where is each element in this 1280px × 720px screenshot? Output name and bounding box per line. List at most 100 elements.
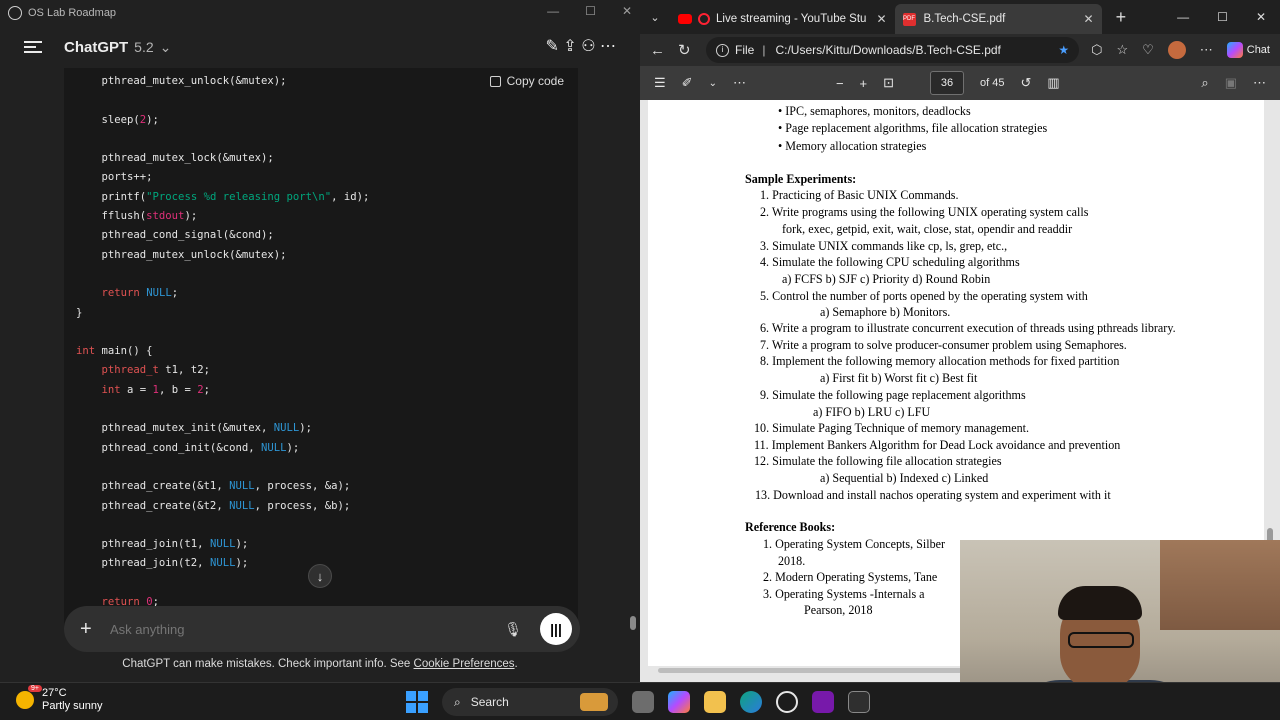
copilot-icon[interactable] [668,691,690,713]
code-line: pthread_create(&t2, NULL, process, &b); [76,499,351,512]
refresh-icon[interactable]: ↻ [678,41,706,59]
maximize-icon[interactable]: ☐ [585,4,596,18]
pdf-text-line: a) Sequential b) Indexed c) Linked [820,471,989,485]
menu-icon[interactable] [24,41,42,53]
voice-mode-button[interactable]: ||| [540,613,572,645]
edge-icon[interactable] [740,691,762,713]
fit-page-icon[interactable]: ⊡ [883,75,894,91]
task-view-icon[interactable] [632,691,654,713]
onenote-icon[interactable] [812,691,834,713]
favorite-star-icon[interactable]: ★ [1058,43,1069,57]
tab-pdf[interactable]: PDF B.Tech-CSE.pdf ✕ [894,4,1102,34]
pdf-text-line: 13. Download and install nachos operatin… [755,488,1111,502]
save-icon[interactable]: ▣ [1225,75,1237,91]
share-icon[interactable]: ⇪ [563,38,576,55]
zoom-in-icon[interactable]: + [860,76,868,91]
code-line: pthread_create(&t1, NULL, process, &a); [76,480,351,493]
code-line: pthread_join(t1, NULL); [76,538,249,551]
taskbar-apps: ⌕ Search [406,688,870,716]
window-controls: — ☐ ✕ [1177,10,1266,24]
weather-condition: Partly sunny [42,700,103,712]
scroll-down-button[interactable]: ↓ [308,564,332,588]
pdf-text-line: a) First fit b) Worst fit c) Best fit [820,371,978,385]
pdf-text-line: 2. Write programs using the following UN… [760,205,1089,219]
rotate-icon[interactable]: ↺ [1021,75,1032,91]
zoom-out-icon[interactable]: − [836,76,844,91]
page-view-icon[interactable]: ▥ [1047,75,1059,91]
scrollbar[interactable] [630,68,636,673]
chat-label: Chat [1246,44,1270,56]
cookie-preferences-link[interactable]: Cookie Preferences [414,658,515,670]
pdf-text-line: • IPC, semaphores, monitors, deadlocks [778,104,971,118]
scrollbar-thumb[interactable] [630,616,636,630]
extensions-icon[interactable]: ⬡ [1091,42,1102,58]
close-icon[interactable]: ✕ [622,4,632,18]
disclaimer-end: . [514,658,518,670]
address-text[interactable]: C:/Users/Kittu/Downloads/B.Tech-CSE.pdf [775,43,1000,57]
pdf-text-line: a) FIFO b) LRU c) LFU [813,405,931,419]
pdf-text-line: 11. Implement Bankers Algorithm for Dead… [754,438,1121,452]
page-total: of 45 [980,77,1005,89]
chatgpt-app-icon[interactable] [776,691,798,713]
more-icon[interactable]: ⋯ [1253,75,1266,91]
code-line: pthread_join(t2, NULL); [76,557,249,570]
maximize-icon[interactable]: ☐ [1217,10,1228,24]
message-input[interactable] [110,621,505,637]
file-explorer-icon[interactable] [704,691,726,713]
close-icon[interactable]: ✕ [1256,10,1266,24]
highlight-icon[interactable]: ✐ [682,75,693,91]
pdf-text-line: 10. Simulate Paging Technique of memory … [754,421,1030,435]
code-line: pthread_mutex_unlock(&mutex); [76,75,287,87]
toolbar-extensions: ⬡ ☆ ♡ ⋯ Chat [1091,41,1270,59]
tab-youtube[interactable]: Live streaming - YouTube Stu ✕ [670,4,895,34]
code-line: int a = 1, b = 2; [101,383,210,396]
edit-icon[interactable]: ✎ [545,38,558,55]
code-line: pthread_cond_signal(&cond); [76,229,274,242]
code-line: } [76,306,83,319]
pdf-text-line: a) Semaphore b) Monitors. [820,305,951,319]
code-line: pthread_mutex_unlock(&mutex); [76,248,287,261]
avatar[interactable] [1167,41,1186,59]
code-text: pthread_mutex_unlock(&mutex); sleep(2); … [76,72,369,612]
plus-icon[interactable]: + [80,618,100,641]
taskbar-search[interactable]: ⌕ Search [442,688,618,716]
minimize-icon[interactable]: — [1177,10,1189,24]
address-prefix: File [735,43,755,57]
copilot-chat-button[interactable]: Chat [1226,42,1270,58]
microphone-icon[interactable]: 🎙 [504,621,522,638]
minimize-icon[interactable]: — [547,4,559,18]
add-person-icon[interactable]: ⚇ [581,38,595,55]
model-version[interactable]: 5.2 [134,39,153,55]
new-tab-icon[interactable]: + [1116,7,1127,28]
more-icon[interactable]: ⋯ [1200,42,1213,58]
windows-start-icon[interactable] [406,691,428,713]
person-hair [1058,586,1142,620]
person-glasses [1068,632,1134,648]
weather-widget[interactable]: 9+ 27°C Partly sunny [16,685,103,713]
chevron-down-icon[interactable]: ⌄ [160,39,172,56]
pdf-text-line: 2. Modern Operating Systems, Tane [763,570,938,584]
back-icon[interactable]: ← [650,42,678,59]
tab-label: Live streaming - YouTube Stu [716,13,867,25]
page-number-input[interactable]: 36 [930,71,965,95]
search-icon: ⌕ [454,694,461,709]
more-tools-icon[interactable]: ⋯ [733,75,746,91]
terminal-icon[interactable] [848,691,870,713]
more-icon[interactable]: ⋯ [600,38,616,55]
chevron-down-icon[interactable]: ⌄ [709,78,717,89]
contents-icon[interactable]: ☰ [654,75,666,91]
search-icon[interactable]: ⌕ [1201,75,1208,91]
copy-icon [489,75,501,87]
tab-actions-icon[interactable]: ⌄ [640,11,670,24]
code-line: ports++; [76,171,153,184]
copy-code-button[interactable]: Copy code [489,74,564,88]
favorites-icon[interactable]: ☆ [1116,42,1128,58]
info-icon[interactable]: i [716,43,729,57]
pdf-text-line: • Page replacement algorithms, file allo… [778,121,1048,135]
address-row: ← ↻ i File | C:/Users/Kittu/Downloads/B.… [640,34,1280,66]
model-name[interactable]: ChatGPT [64,39,128,56]
address-bar[interactable]: i File | C:/Users/Kittu/Downloads/B.Tech… [706,37,1080,63]
close-tab-icon[interactable]: ✕ [1084,12,1094,26]
browser-essentials-icon[interactable]: ♡ [1142,42,1154,58]
close-tab-icon[interactable]: ✕ [876,12,886,26]
